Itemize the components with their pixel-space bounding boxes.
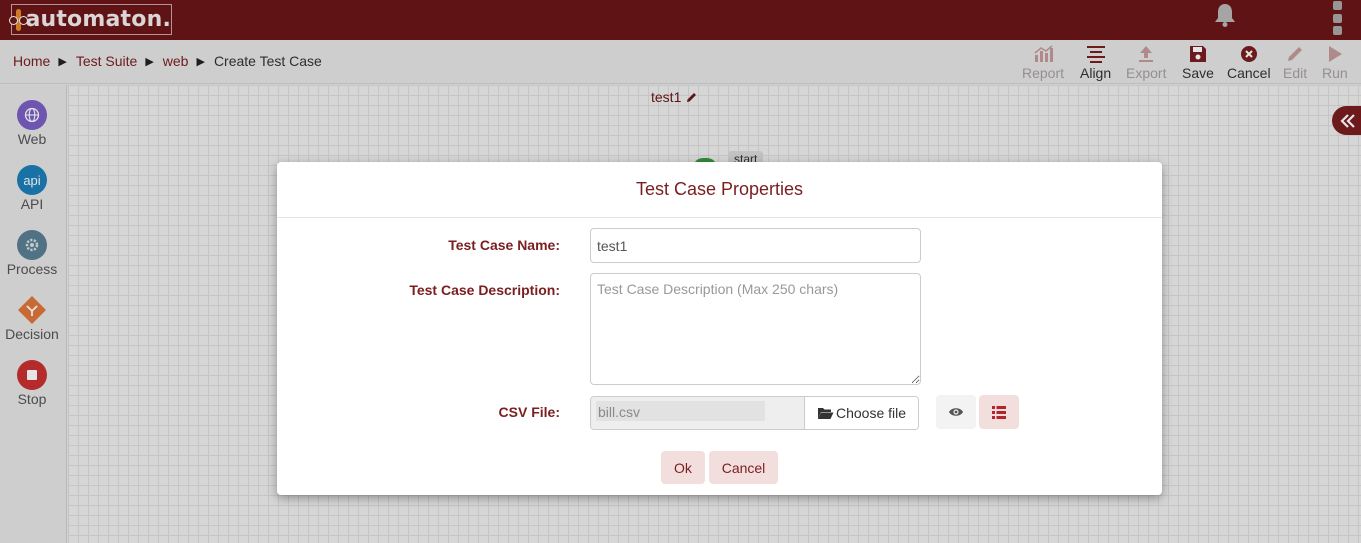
choose-file-label: Choose file <box>835 405 907 421</box>
dialog-cancel-button[interactable]: Cancel <box>709 451 778 484</box>
csv-file-label: CSV File: <box>498 404 560 420</box>
csv-file-picker: bill.csv Choose file <box>590 396 919 430</box>
test-case-name-label: Test Case Name: <box>448 237 560 253</box>
dialog-header: Test Case Properties <box>277 162 1162 218</box>
choose-file-button[interactable]: Choose file <box>805 397 918 429</box>
ok-button[interactable]: Ok <box>661 451 705 484</box>
eye-icon <box>949 408 963 416</box>
test-case-description-label: Test Case Description: <box>409 282 560 298</box>
csv-file-name: bill.csv <box>596 401 765 421</box>
csv-file-name-field: bill.csv <box>591 397 805 429</box>
list-icon <box>992 405 1006 419</box>
preview-csv-button[interactable] <box>936 395 976 429</box>
test-case-name-input[interactable] <box>590 228 921 263</box>
folder-open-icon <box>817 407 834 419</box>
test-case-properties-dialog: Test Case Properties Test Case Name: Tes… <box>277 162 1162 495</box>
dialog-title: Test Case Properties <box>635 179 804 199</box>
test-case-description-input[interactable] <box>590 273 921 385</box>
csv-data-list-button[interactable] <box>979 395 1019 429</box>
